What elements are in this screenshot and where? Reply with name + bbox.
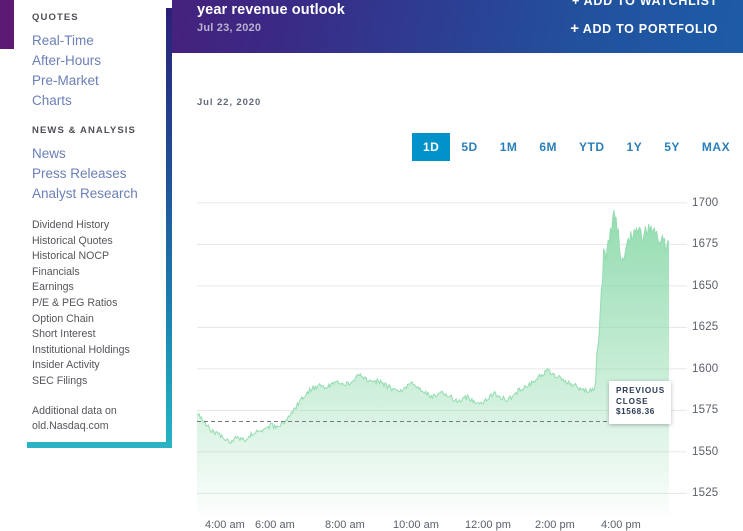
tooltip-value: $1568.36 — [616, 407, 655, 416]
y-axis-labels: 1700 1675 1650 1625 1600 1575 1550 1525 — [692, 183, 743, 515]
y-tick-1675: 1675 — [692, 238, 719, 251]
range-selector: 1D 5D 1M 6M YTD 1Y 5Y MAX — [412, 133, 741, 161]
chart-date-label: Jul 22, 2020 — [197, 97, 262, 108]
range-button-ytd[interactable]: YTD — [568, 133, 616, 161]
x-tick-12-00-pm: 12:00 pm — [465, 519, 511, 531]
y-tick-1525: 1525 — [692, 487, 719, 500]
sidebar-item-analyst-research[interactable]: Analyst Research — [32, 184, 166, 204]
sidebar-item-pre-market[interactable]: Pre-Market — [32, 71, 166, 91]
sidebar-item-historical-nocp[interactable]: Historical NOCP — [32, 249, 166, 265]
sidebar-accent-bar — [0, 0, 14, 49]
sidebar-heading-quotes: QUOTES — [32, 12, 79, 23]
range-button-1d[interactable]: 1D — [412, 133, 451, 161]
sidebar-item-option-chain[interactable]: Option Chain — [32, 312, 166, 328]
x-axis-labels: 4:00 am 6:00 am 8:00 am 10:00 am 12:00 pm 2:0… — [197, 519, 717, 531]
sidebar-item-news[interactable]: News — [32, 144, 166, 164]
previous-close-tooltip: PREVIOUS CLOSE $1568.36 — [609, 381, 672, 424]
range-button-max[interactable]: MAX — [691, 133, 741, 161]
sidebar-note-line-2: old.Nasdaq.com — [32, 420, 109, 433]
sidebar-content: QUOTES Real-Time After-Hours Pre-Market … — [32, 12, 166, 435]
sidebar-item-pe-peg-ratios[interactable]: P/E & PEG Ratios — [32, 296, 166, 312]
sidebar-item-real-time[interactable]: Real-Time — [32, 31, 166, 51]
range-button-5y[interactable]: 5Y — [653, 133, 691, 161]
sidebar-item-press-releases[interactable]: Press Releases — [32, 164, 166, 184]
plus-icon: + — [570, 20, 580, 37]
sidebar-item-historical-quotes[interactable]: Historical Quotes — [32, 234, 166, 250]
sidebar-right-rule — [166, 8, 172, 448]
range-button-5d[interactable]: 5D — [450, 133, 488, 161]
sidebar: QUOTES Real-Time After-Hours Pre-Market … — [0, 0, 172, 448]
price-area-fill — [197, 210, 669, 515]
range-button-1m[interactable]: 1M — [489, 133, 529, 161]
sidebar-item-dividend-history[interactable]: Dividend History — [32, 218, 166, 234]
add-to-portfolio-button[interactable]: + ADD TO PORTFOLIO — [570, 20, 718, 37]
y-tick-1700: 1700 — [692, 196, 719, 209]
sidebar-item-institutional-holdings[interactable]: Institutional Holdings — [32, 343, 166, 359]
banner-date: Jul 23, 2020 — [197, 22, 262, 34]
x-tick-6-00-am: 6:00 am — [255, 519, 295, 531]
tooltip-line-2: CLOSE — [616, 396, 649, 406]
x-tick-10-00-am: 10:00 am — [393, 519, 439, 531]
sidebar-heading-news-analysis: NEWS & ANALYSIS — [32, 125, 136, 136]
y-tick-1550: 1550 — [692, 445, 719, 458]
x-tick-4-00-am: 4:00 am — [205, 519, 245, 531]
sidebar-item-after-hours[interactable]: After-Hours — [32, 51, 166, 71]
sidebar-bottom-rule — [27, 442, 172, 448]
sidebar-item-sec-filings[interactable]: SEC Filings — [32, 374, 166, 390]
add-to-watchlist-button[interactable]: + ADD TO WATCHLIST — [572, 0, 718, 8]
sidebar-item-insider-activity[interactable]: Insider Activity — [32, 358, 166, 374]
sidebar-item-financials[interactable]: Financials — [32, 265, 166, 281]
x-tick-2-00-pm: 2:00 pm — [535, 519, 575, 531]
range-button-6m[interactable]: 6M — [528, 133, 568, 161]
sidebar-item-earnings[interactable]: Earnings — [32, 280, 166, 296]
y-tick-1650: 1650 — [692, 279, 719, 292]
sidebar-item-short-interest[interactable]: Short Interest — [32, 327, 166, 343]
page-root: year revenue outlook Jul 23, 2020 + ADD … — [0, 0, 743, 531]
sidebar-item-charts[interactable]: Charts — [32, 91, 166, 111]
y-tick-1600: 1600 — [692, 362, 719, 375]
y-tick-1625: 1625 — [692, 321, 719, 334]
y-tick-1575: 1575 — [692, 404, 719, 417]
sidebar-note-line-1: Additional data on — [32, 404, 117, 417]
range-button-1y[interactable]: 1Y — [616, 133, 654, 161]
x-tick-4-00-pm: 4:00 pm — [601, 519, 641, 531]
x-tick-8-00-am: 8:00 am — [325, 519, 365, 531]
add-to-portfolio-label: ADD TO PORTFOLIO — [582, 22, 718, 36]
tooltip-line-1: PREVIOUS — [616, 386, 666, 395]
chart-panel: Jul 22, 2020 1D 5D 1M 6M YTD 1Y 5Y MAX 1700 1675… — [180, 53, 743, 531]
price-area-chart[interactable] — [197, 183, 687, 515]
banner-headline: year revenue outlook — [197, 2, 345, 18]
